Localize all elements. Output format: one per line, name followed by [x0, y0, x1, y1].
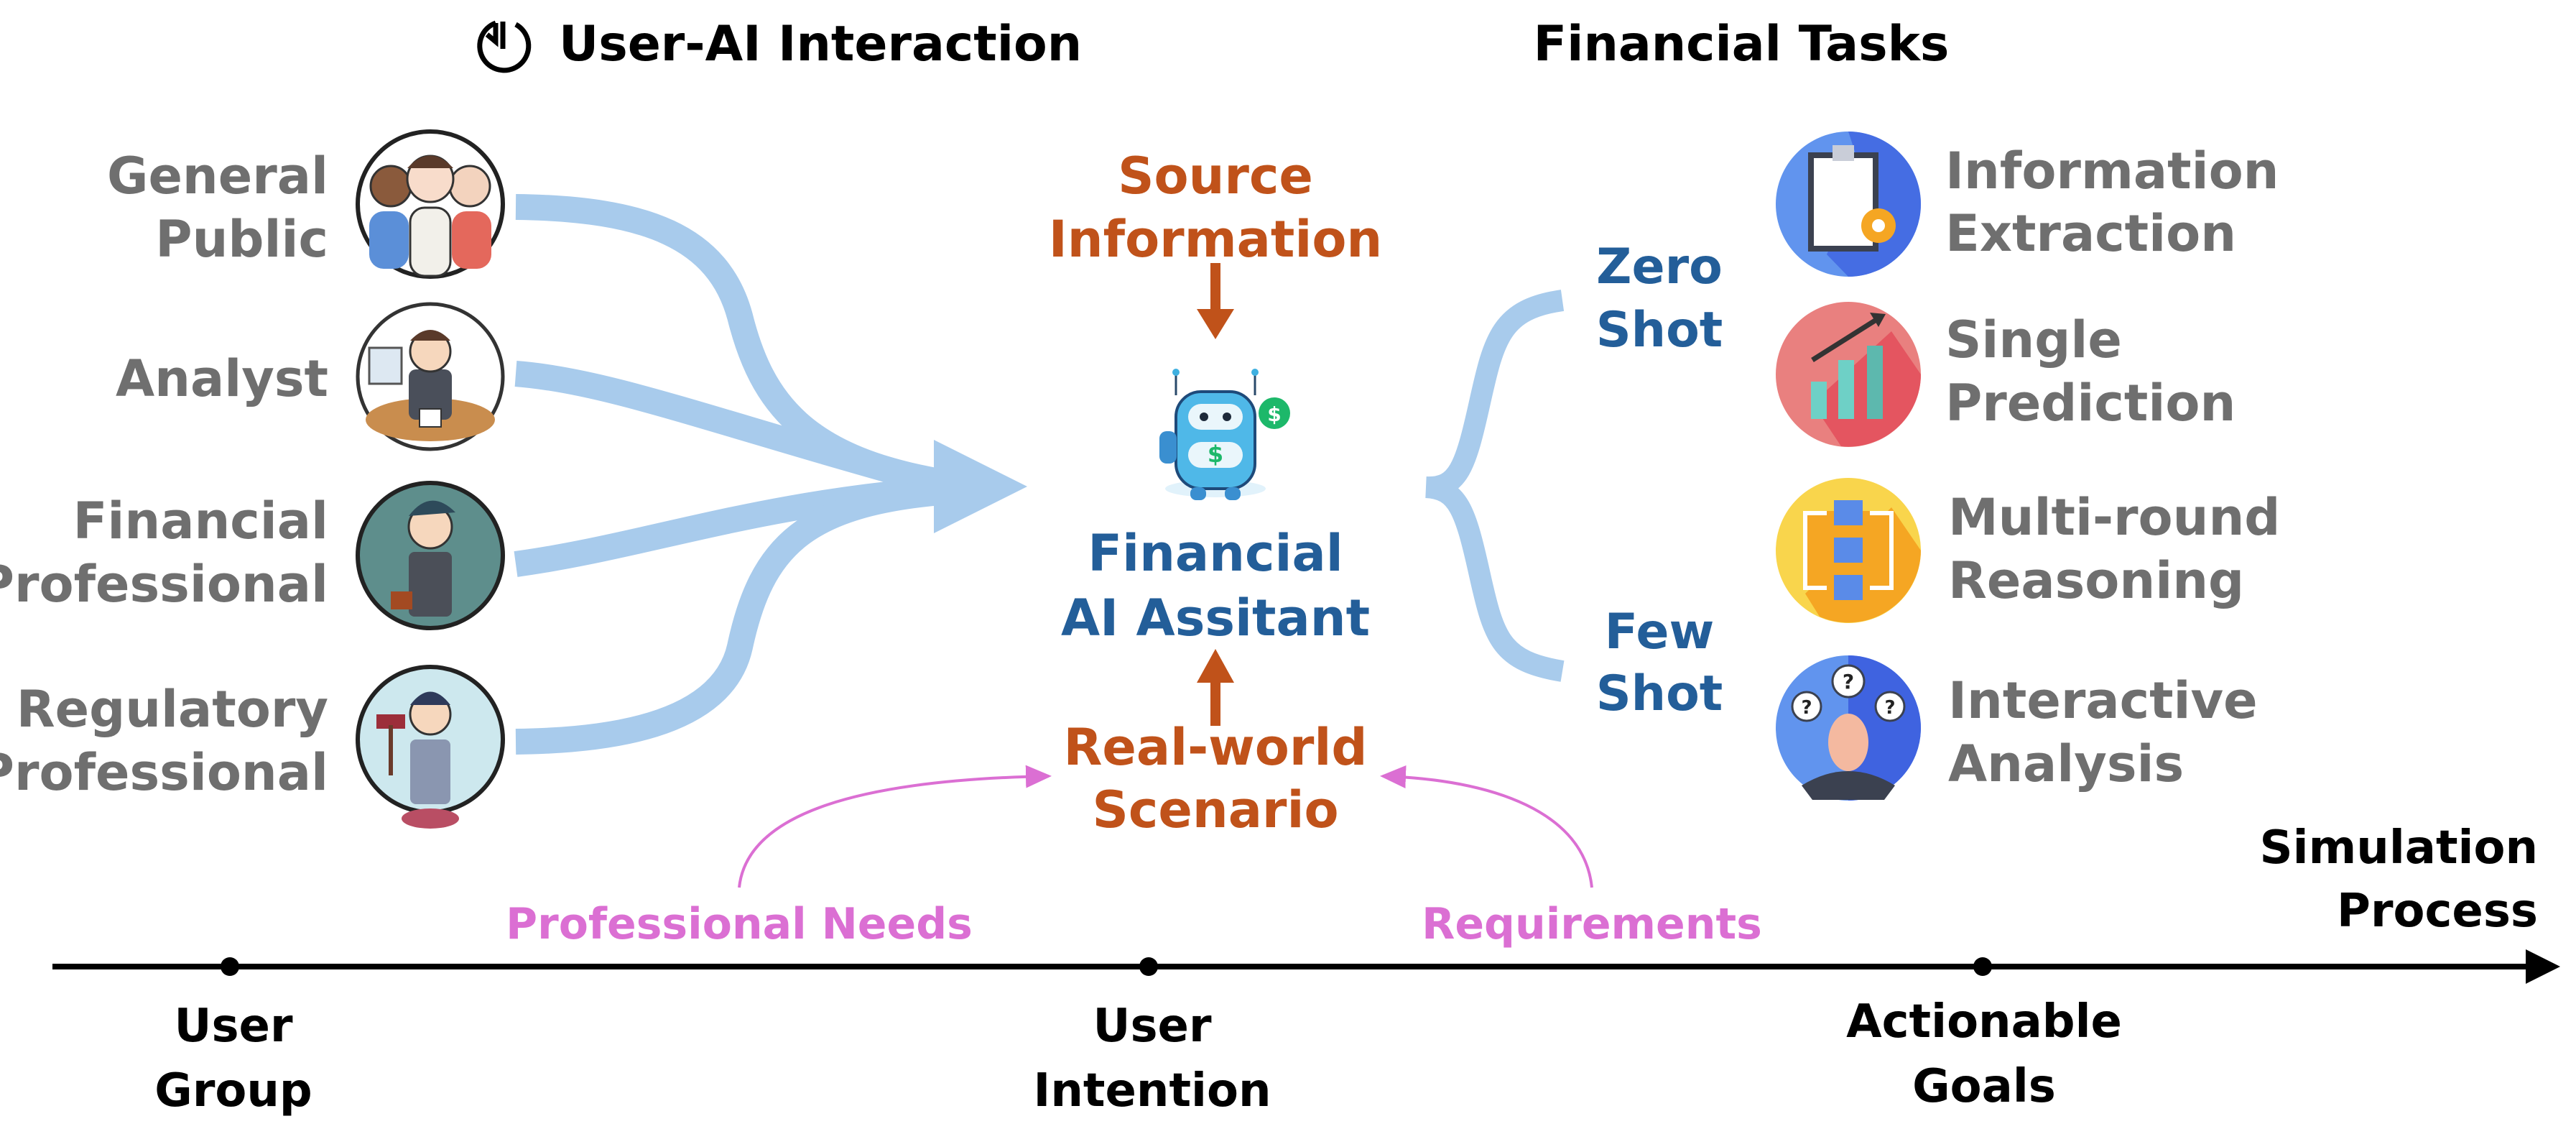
user-ai-interaction-title: User-AI Interaction	[559, 16, 1083, 73]
requirements-arrow	[1380, 765, 1593, 888]
source-arrow	[1197, 263, 1234, 339]
source-information-line2: Information	[1048, 210, 1383, 269]
task-information-extraction-line1: Information	[1945, 142, 2279, 201]
timeline-dot-user-group	[221, 957, 239, 976]
zero-shot-line2: Shot	[1595, 302, 1723, 359]
scenario-arrow	[1197, 649, 1234, 726]
user-group-financial-professional-line2: Professional	[0, 555, 328, 614]
flow-arrowhead	[934, 440, 1027, 533]
user-group-analyst: Analyst	[116, 349, 328, 408]
person-questions-icon: ? ? ?	[1776, 655, 1921, 801]
few-shot-line2: Shot	[1595, 665, 1723, 722]
stage-user-intention-line1: User	[1093, 1000, 1212, 1053]
financial-ai-assistant-line2: AI Assitant	[1060, 589, 1371, 648]
stage-user-intention-line2: Intention	[1033, 1064, 1271, 1118]
stage-actionable-goals-line2: Goals	[1912, 1060, 2056, 1113]
user-group-general-public-line2: Public	[155, 210, 328, 269]
task-single-prediction-line2: Prediction	[1945, 374, 2236, 433]
diagram-canvas: $ $ ? ? ? User-AI Interaction Financial …	[0, 0, 2576, 1129]
task-single-prediction-line1: Single	[1945, 310, 2122, 369]
task-interactive-analysis-line2: Analysis	[1948, 734, 2184, 793]
svg-text:?: ?	[1801, 697, 1812, 719]
analyst-avatar	[356, 302, 505, 451]
svg-text:$: $	[1208, 441, 1223, 468]
svg-text:?: ?	[1884, 697, 1895, 719]
general-public-avatar	[356, 129, 505, 279]
timeline-dot-actionable-goals	[1973, 957, 1992, 976]
few-shot-line1: Few	[1604, 604, 1715, 660]
svg-text:$: $	[1267, 402, 1281, 426]
task-information-extraction-line2: Extraction	[1945, 204, 2237, 263]
financial-tasks-title: Financial Tasks	[1533, 16, 1950, 73]
clipboard-gear-icon	[1776, 132, 1921, 277]
user-group-regulatory-professional-line2: Professional	[0, 743, 328, 802]
source-information-line1: Source	[1118, 147, 1313, 206]
stage-actionable-goals-line1: Actionable	[1846, 995, 2122, 1049]
flow-general-public	[515, 194, 950, 496]
professional-needs-label: Professional Needs	[506, 899, 973, 949]
timeline-dot-user-intention	[1139, 957, 1158, 976]
task-multi-round-reasoning-line2: Reasoning	[1948, 551, 2245, 610]
task-multi-round-reasoning-line1: Multi-round	[1948, 488, 2281, 547]
converging-flow-arrows	[514, 194, 952, 755]
simulation-process-line2: Process	[2337, 885, 2538, 938]
user-group-regulatory-professional-line1: Regulatory	[16, 680, 328, 739]
real-world-scenario-line2: Scenario	[1092, 780, 1339, 839]
real-world-scenario-line1: Real-world	[1063, 718, 1368, 777]
bar-chart-trend-icon	[1776, 302, 1921, 447]
task-brace	[1424, 290, 1565, 682]
financial-ai-assistant-line1: Financial	[1088, 524, 1343, 583]
flow-analyst	[514, 361, 952, 499]
simulation-process-line1: Simulation	[2259, 821, 2538, 875]
stage-user-group-line2: Group	[154, 1064, 312, 1118]
user-group-financial-professional-line1: Financial	[73, 492, 328, 550]
user-group-general-public-line1: General	[107, 147, 328, 206]
requirements-label: Requirements	[1422, 899, 1762, 949]
cycle-arrow-icon	[477, 20, 532, 73]
zero-shot-line1: Zero	[1596, 239, 1723, 295]
regulatory-professional-avatar	[356, 665, 505, 829]
robot-assistant-icon: $ $	[1159, 369, 1290, 500]
financial-professional-avatar	[356, 481, 505, 630]
professional-needs-arrow	[738, 765, 1052, 888]
svg-text:?: ?	[1843, 670, 1854, 693]
stage-user-group-line1: User	[174, 1000, 293, 1053]
flow-loop-icon	[1776, 478, 1921, 623]
task-interactive-analysis-line1: Interactive	[1948, 671, 2258, 730]
